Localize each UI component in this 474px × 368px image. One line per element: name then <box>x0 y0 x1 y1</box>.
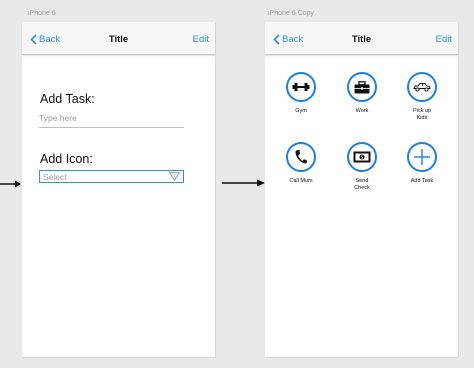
send-check-label: Send Check <box>354 178 370 192</box>
add-task-heading: Add Task: <box>40 92 95 106</box>
select-value: Select <box>43 172 67 182</box>
grid-item-work[interactable]: Work <box>337 72 387 115</box>
nav-title: Title <box>351 34 372 45</box>
grid-item-add-task[interactable]: Add Task <box>397 142 447 185</box>
screen-add-task: Back Title Edit Add Task: Add Icon: Sele… <box>22 22 216 358</box>
work-button[interactable] <box>347 72 377 102</box>
add-icon-heading: Add Icon: <box>40 152 93 166</box>
dumbbell-icon <box>292 83 310 91</box>
edit-button[interactable]: Edit <box>193 34 209 45</box>
send-check-button[interactable]: $ <box>347 142 377 172</box>
pick-up-kids-button[interactable] <box>407 72 437 102</box>
icon-select[interactable]: Select <box>39 170 184 183</box>
work-label: Work <box>355 108 369 114</box>
plus-icon <box>414 149 430 165</box>
pick-up-kids-label: Pick up Kids <box>412 108 432 122</box>
svg-text:$: $ <box>361 155 364 161</box>
car-icon <box>413 83 431 92</box>
edit-button[interactable]: Edit <box>436 34 452 45</box>
task-input[interactable] <box>39 111 184 128</box>
flow-arrow-left <box>0 180 21 188</box>
navigation-bar: Back Title Edit <box>22 22 215 55</box>
grid-item-call-mum[interactable]: Call Mum <box>276 142 326 185</box>
grid-item-gym[interactable]: Gym <box>276 72 326 115</box>
add-task-label: Add Task <box>410 178 434 184</box>
call-mum-label: Call Mum <box>289 178 313 184</box>
screen-task-grid: Back Title Edit Gym Work Pick up Kids Ca… <box>265 22 459 358</box>
navigation-bar: Back Title Edit <box>265 22 458 55</box>
artboard-label-iphone6-copy: iPhone 6 Copy <box>268 10 314 17</box>
phone-icon <box>295 150 307 164</box>
gym-label: Gym <box>295 108 307 114</box>
flow-arrow-middle <box>222 179 265 187</box>
grid-item-send-check[interactable]: $ Send Check <box>337 142 387 193</box>
nav-title: Title <box>108 34 129 45</box>
call-mum-button[interactable] <box>286 142 316 172</box>
grid-item-pick-up-kids[interactable]: Pick up Kids <box>397 72 447 123</box>
add-task-button[interactable] <box>407 142 437 172</box>
briefcase-icon <box>354 80 370 93</box>
money-icon: $ <box>353 151 371 163</box>
artboard-label-iphone6: iPhone 6 <box>28 10 56 17</box>
gym-button[interactable] <box>286 72 316 102</box>
dropdown-triangle-icon <box>169 172 180 181</box>
